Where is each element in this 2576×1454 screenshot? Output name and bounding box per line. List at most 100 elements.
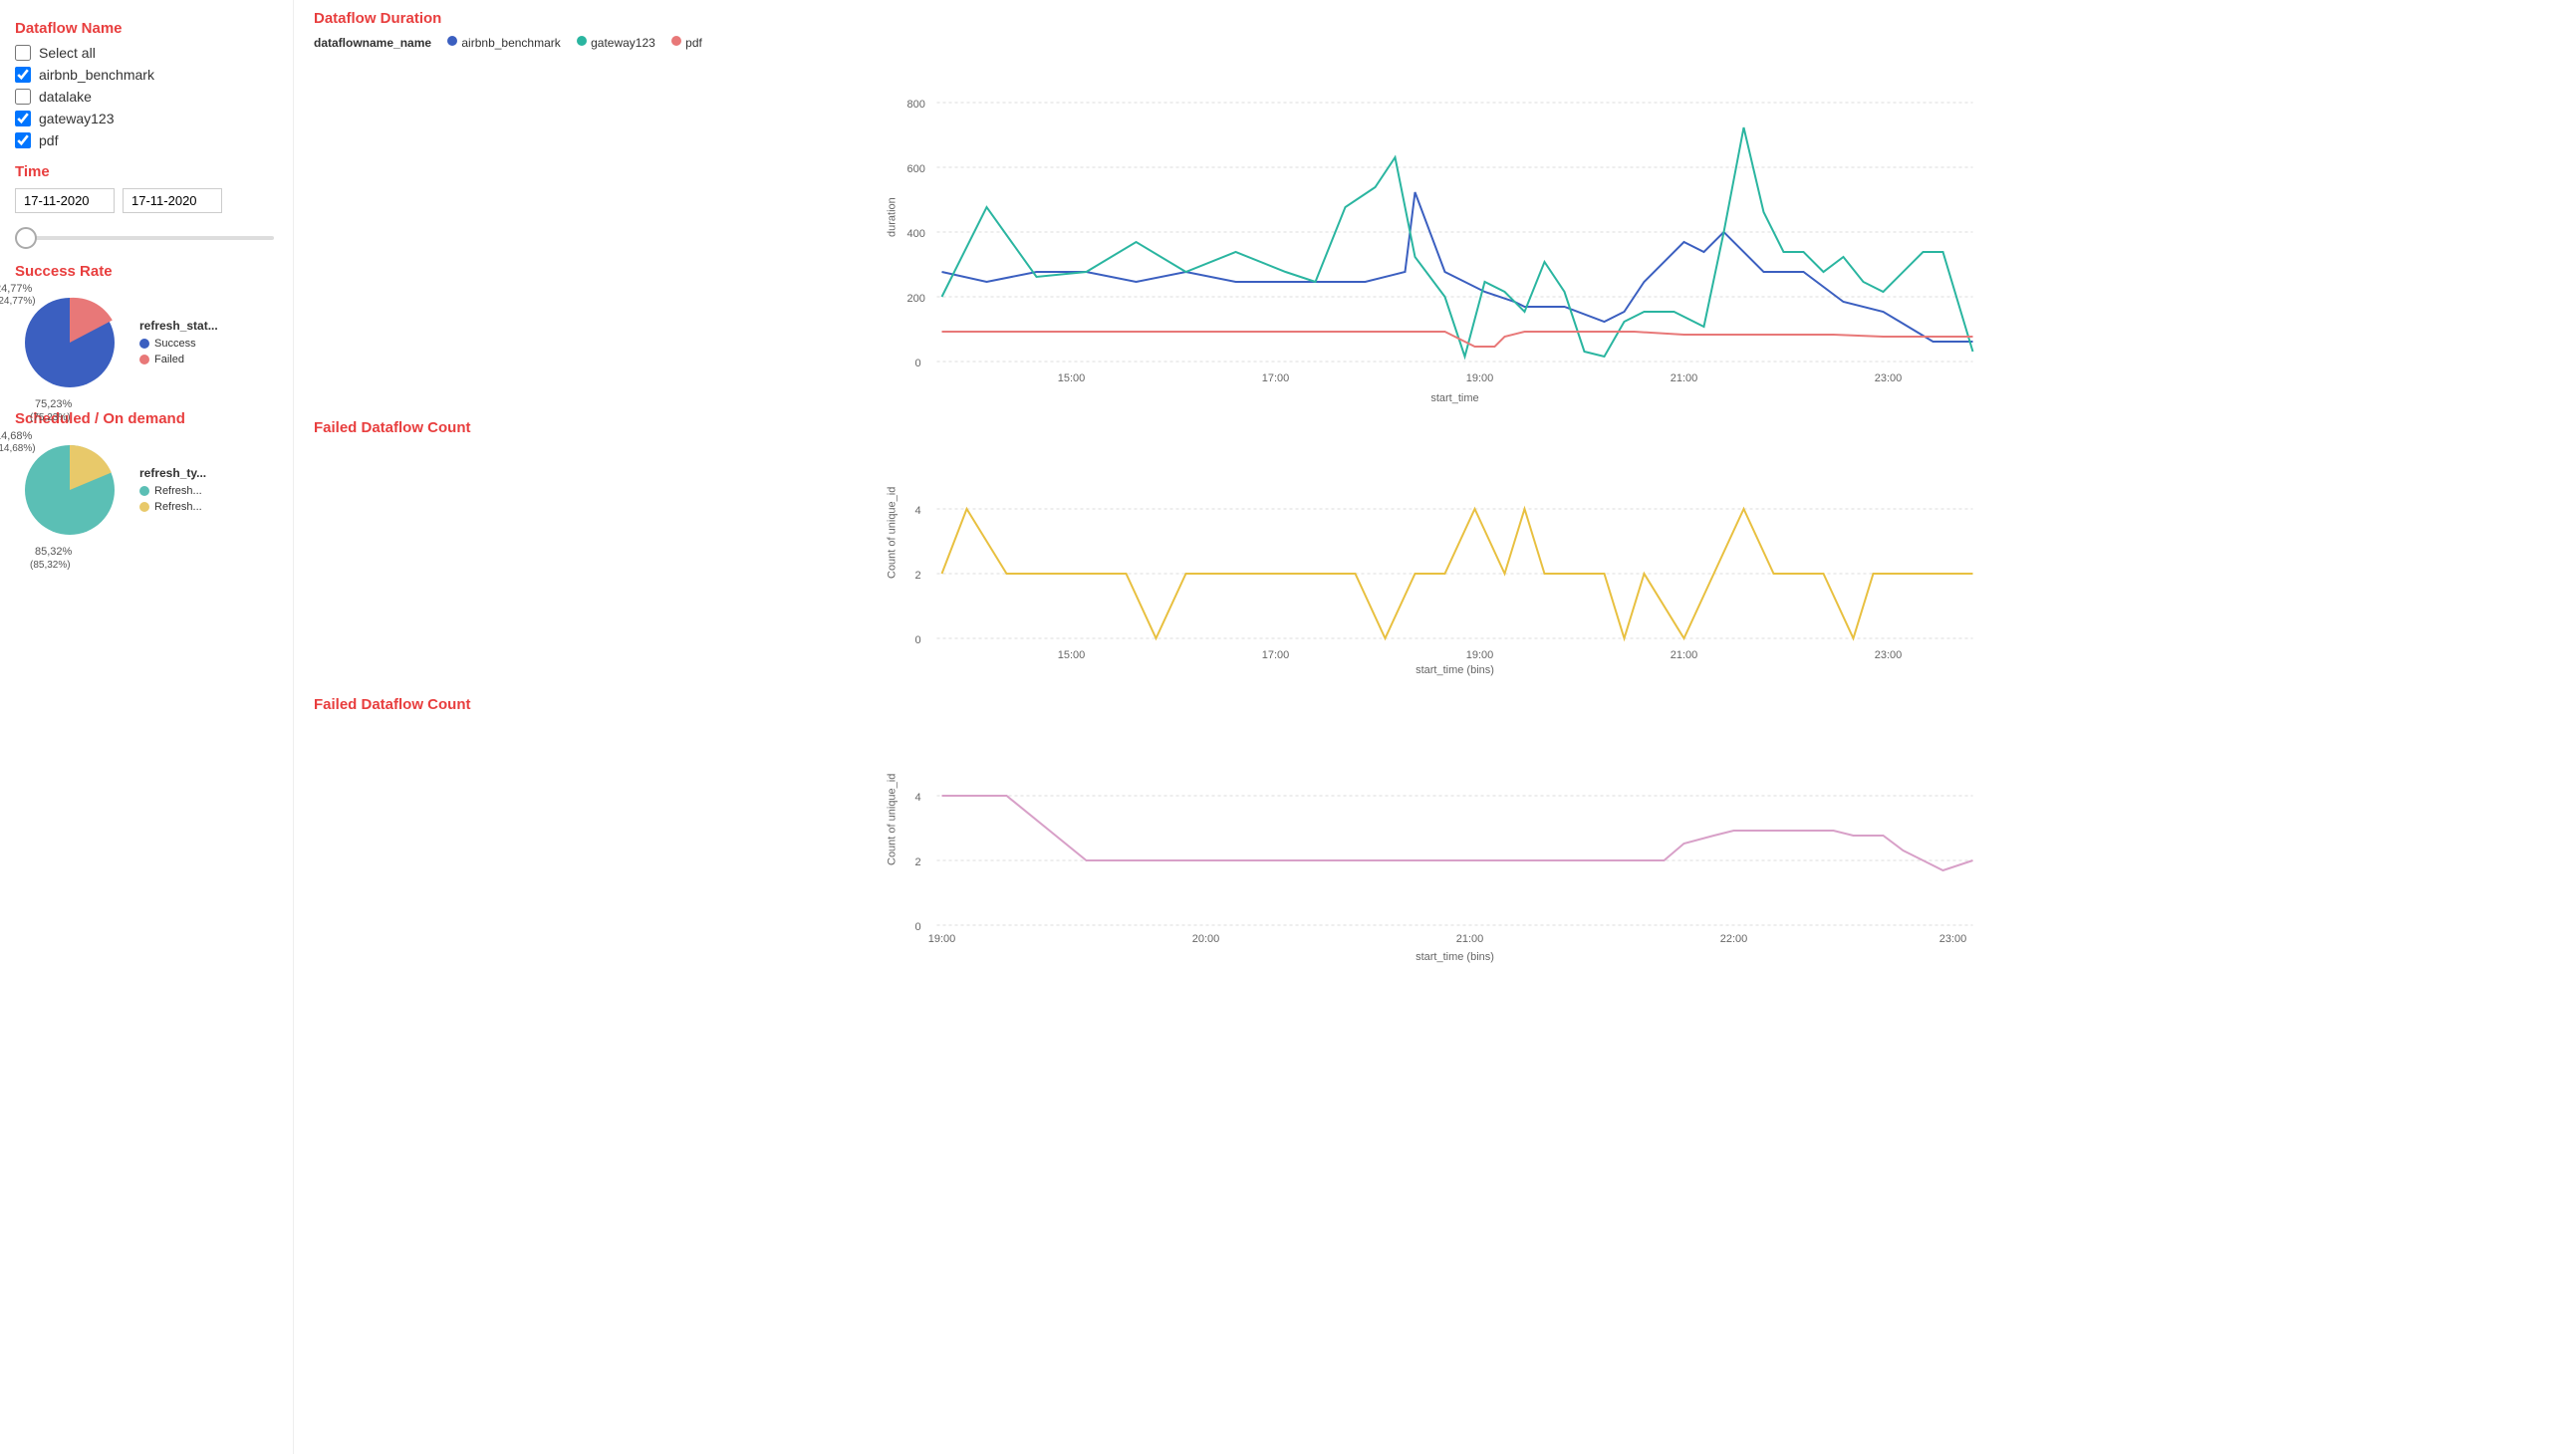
sidebar: Dataflow Name Select all airbnb_benchmar… xyxy=(0,0,294,1454)
success-legend-success: Success xyxy=(139,338,218,350)
gateway-legend-dot xyxy=(576,35,588,47)
success-rate-pie-wrapper: 24,77%(24,77%) 75,23% (75,23%) xyxy=(15,288,125,400)
svg-text:4: 4 xyxy=(915,505,921,517)
svg-text:15:00: 15:00 xyxy=(1058,372,1086,384)
refresh1-dot xyxy=(139,486,149,496)
svg-text:200: 200 xyxy=(907,293,925,305)
svg-text:start_time (bins): start_time (bins) xyxy=(1416,664,1494,676)
svg-text:2: 2 xyxy=(915,856,921,868)
checkbox-airbnb[interactable]: airbnb_benchmark xyxy=(15,67,278,83)
duration-legend-label: dataflowname_name xyxy=(314,36,431,50)
svg-text:duration: duration xyxy=(887,197,899,237)
svg-text:20:00: 20:00 xyxy=(1192,933,1220,945)
success-rate-title: Success Rate xyxy=(15,263,278,280)
duration-legend-gateway: gateway123 xyxy=(576,35,655,50)
svg-text:2: 2 xyxy=(915,570,921,582)
checkbox-gateway-label: gateway123 xyxy=(39,111,115,126)
scheduled-small-percent: 14,68%(14,68%) xyxy=(0,430,36,454)
svg-text:23:00: 23:00 xyxy=(1875,372,1903,384)
failed-count-1-area: 0 2 4 Count of unique_id 15:00 17:00 19:… xyxy=(314,444,2556,666)
success-legend-failed: Failed xyxy=(139,354,218,365)
svg-text:4: 4 xyxy=(915,792,921,804)
main-content: Dataflow Duration dataflowname_name airb… xyxy=(294,0,2576,1454)
duration-chart-svg: 0 200 400 600 800 duration 15:00 xyxy=(314,58,2556,386)
dataflow-duration-title: Dataflow Duration xyxy=(314,10,2556,27)
success-rate-legend: refresh_stat... Success Failed xyxy=(139,319,218,369)
svg-text:(75,23%): (75,23%) xyxy=(30,412,71,423)
svg-text:start_time (bins): start_time (bins) xyxy=(1416,951,1494,963)
checkbox-datalake-input[interactable] xyxy=(15,89,31,105)
date-end-input[interactable] xyxy=(123,188,222,213)
scheduled-section: Scheduled / On demand 14,68%(14,68%) 85,… xyxy=(15,410,278,548)
gateway-line xyxy=(942,127,1973,357)
checkbox-datalake[interactable]: datalake xyxy=(15,89,278,105)
svg-text:0: 0 xyxy=(915,921,921,933)
svg-text:19:00: 19:00 xyxy=(928,933,956,945)
failed-count-2-line xyxy=(942,796,1973,870)
airbnb-legend-dot xyxy=(446,35,458,47)
failed-count-2-svg: 0 2 4 Count of unique_id 19:00 20:00 21:… xyxy=(314,721,2556,950)
duration-legend: dataflowname_name airbnb_benchmark gatew… xyxy=(314,35,2556,50)
scheduled-legend-refresh2: Refresh... xyxy=(139,501,206,513)
checkbox-gateway[interactable]: gateway123 xyxy=(15,111,278,126)
success-fail-percent: 24,77%(24,77%) xyxy=(0,283,36,307)
scheduled-legend-title: refresh_ty... xyxy=(139,466,206,480)
svg-text:75,23%: 75,23% xyxy=(35,398,73,410)
svg-text:400: 400 xyxy=(907,228,925,240)
svg-text:21:00: 21:00 xyxy=(1456,933,1484,945)
slider-thumb[interactable] xyxy=(15,227,37,249)
success-dot xyxy=(139,339,149,349)
time-section: Time xyxy=(15,163,278,253)
svg-text:23:00: 23:00 xyxy=(1939,933,1967,945)
svg-text:19:00: 19:00 xyxy=(1466,372,1494,384)
date-start-input[interactable] xyxy=(15,188,115,213)
refresh2-label: Refresh... xyxy=(154,501,202,513)
scheduled-container: 14,68%(14,68%) 85,32% (85,32%) refresh_t… xyxy=(15,435,278,548)
time-section-title: Time xyxy=(15,163,278,180)
failed-count-1-block: Failed Dataflow Count 0 2 4 Count of uni… xyxy=(314,419,2556,666)
svg-text:800: 800 xyxy=(907,99,925,111)
svg-text:23:00: 23:00 xyxy=(1875,649,1903,661)
checkbox-airbnb-input[interactable] xyxy=(15,67,31,83)
failed-count-2-area: 0 2 4 Count of unique_id 19:00 20:00 21:… xyxy=(314,721,2556,953)
failed-count-1-title: Failed Dataflow Count xyxy=(314,419,2556,436)
checkbox-gateway-input[interactable] xyxy=(15,111,31,126)
checkbox-pdf[interactable]: pdf xyxy=(15,132,278,148)
failed-count-2-title: Failed Dataflow Count xyxy=(314,696,2556,713)
svg-text:600: 600 xyxy=(907,163,925,175)
success-rate-container: 24,77%(24,77%) 75,23% (75,23%) refresh_s… xyxy=(15,288,278,400)
date-inputs xyxy=(15,188,278,213)
svg-text:21:00: 21:00 xyxy=(1671,649,1698,661)
checkbox-datalake-label: datalake xyxy=(39,89,92,105)
duration-chart-area: 0 200 400 600 800 duration 15:00 xyxy=(314,58,2556,389)
slider-track xyxy=(15,236,274,240)
svg-text:21:00: 21:00 xyxy=(1671,372,1698,384)
scheduled-legend: refresh_ty... Refresh... Refresh... xyxy=(139,466,206,517)
success-label: Success xyxy=(154,338,196,350)
failed-label: Failed xyxy=(154,354,184,365)
checkbox-pdf-label: pdf xyxy=(39,132,58,148)
scheduled-pie-wrapper: 14,68%(14,68%) 85,32% (85,32%) xyxy=(15,435,125,548)
time-slider[interactable] xyxy=(15,223,278,253)
checkbox-airbnb-label: airbnb_benchmark xyxy=(39,67,154,83)
success-rate-section: Success Rate 24,77%(24,77%) 75,23% (75,2… xyxy=(15,263,278,400)
refresh1-label: Refresh... xyxy=(154,485,202,497)
dataflow-section-title: Dataflow Name xyxy=(15,20,278,37)
checkbox-select-all-input[interactable] xyxy=(15,45,31,61)
dataflow-duration-block: Dataflow Duration dataflowname_name airb… xyxy=(314,10,2556,389)
svg-text:19:00: 19:00 xyxy=(1466,649,1494,661)
svg-text:17:00: 17:00 xyxy=(1262,649,1290,661)
svg-text:start_time: start_time xyxy=(1430,392,1478,404)
success-legend-title: refresh_stat... xyxy=(139,319,218,333)
checkbox-pdf-input[interactable] xyxy=(15,132,31,148)
svg-text:22:00: 22:00 xyxy=(1720,933,1748,945)
svg-text:17:00: 17:00 xyxy=(1262,372,1290,384)
failed-count-1-svg: 0 2 4 Count of unique_id 15:00 17:00 19:… xyxy=(314,444,2556,663)
duration-legend-pdf: pdf xyxy=(670,35,702,50)
svg-text:15:00: 15:00 xyxy=(1058,649,1086,661)
svg-text:0: 0 xyxy=(915,634,921,646)
checkbox-select-all[interactable]: Select all xyxy=(15,45,278,61)
scheduled-legend-refresh1: Refresh... xyxy=(139,485,206,497)
svg-text:Count of unique_id: Count of unique_id xyxy=(887,487,899,579)
svg-text:Count of unique_id: Count of unique_id xyxy=(887,774,899,865)
